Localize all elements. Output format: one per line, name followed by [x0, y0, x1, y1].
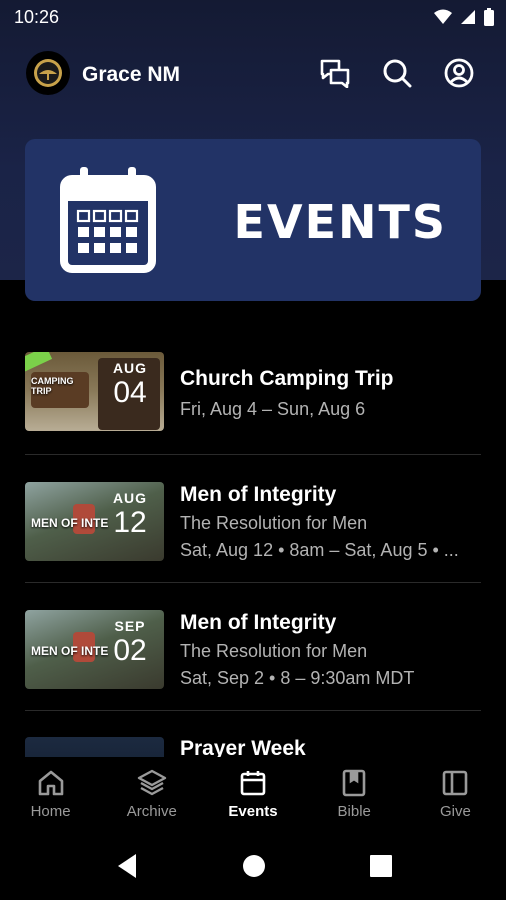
nav-events[interactable]: Events: [202, 757, 303, 837]
event-month: AUG: [112, 360, 148, 376]
status-icons: [434, 8, 494, 26]
event-date: SEP 02: [104, 618, 156, 680]
home-circle-icon[interactable]: [242, 854, 266, 878]
events-banner: EVENTS: [25, 139, 481, 301]
battery-icon: [484, 8, 494, 26]
event-thumbnail: MEN OF INTE SEP 02: [25, 610, 164, 689]
event-subtitle: The Resolution for Men: [180, 513, 368, 533]
messages-button[interactable]: [318, 56, 352, 90]
home-icon: [38, 770, 63, 796]
calendar-icon: [60, 167, 156, 273]
event-month: SEP: [114, 618, 146, 634]
event-item[interactable]: MEN OF INTE SEP 02 Men of Integrity The …: [25, 583, 481, 711]
church-logo[interactable]: [26, 51, 70, 95]
thumbnail-label: MEN OF INTE: [31, 516, 109, 530]
nav-give[interactable]: Give: [405, 757, 506, 837]
event-month: AUG: [112, 490, 148, 506]
calendar-icon: [240, 771, 266, 796]
nav-label: Archive: [126, 803, 177, 820]
layers-icon: [137, 769, 166, 796]
event-thumbnail: CAMPING TRIP AUG 04: [25, 352, 164, 431]
event-day: 12: [113, 506, 147, 539]
event-day: 02: [113, 634, 147, 667]
event-title: Prayer Week: [180, 737, 306, 757]
event-title: Church Camping Trip: [180, 367, 394, 390]
event-day: 04: [113, 376, 147, 409]
thumbnail-label: CAMPING TRIP: [31, 376, 74, 396]
search-icon: [383, 59, 412, 88]
event-text: Prayer Week: [180, 737, 481, 757]
event-list[interactable]: CAMPING TRIP AUG 04 Church Camping Trip …: [0, 325, 506, 757]
event-item[interactable]: CAMPING TRIP AUG 04 Church Camping Trip …: [25, 325, 481, 455]
event-subtitle: The Resolution for Men: [180, 641, 368, 661]
nav-label: Events: [228, 803, 278, 820]
event-text: Men of Integrity The Resolution for Men …: [180, 611, 481, 689]
profile-button[interactable]: [442, 56, 476, 90]
event-title: Men of Integrity: [180, 611, 337, 634]
event-text: Men of Integrity The Resolution for Men …: [180, 483, 481, 561]
event-item[interactable]: MEN OF INTE AUG 12 Men of Integrity The …: [25, 455, 481, 583]
app-title: Grace NM: [82, 63, 181, 86]
event-text: Church Camping Trip Fri, Aug 4 – Sun, Au…: [180, 367, 481, 420]
bottom-navigation: Home Archive Events Bible Give: [0, 757, 506, 837]
status-time: 10:26: [14, 7, 60, 27]
thumbnail-label: MEN OF INTE: [31, 644, 109, 658]
give-icon: [443, 770, 468, 796]
wifi-icon: [434, 9, 452, 24]
banner-title: EVENTS: [233, 195, 447, 249]
event-dates: Sat, Sep 2 • 8 – 9:30am MDT: [180, 668, 415, 688]
event-thumbnail: MEN OF INTE AUG 12: [25, 482, 164, 561]
nav-archive[interactable]: Archive: [101, 757, 202, 837]
account-icon: [444, 58, 474, 88]
search-button[interactable]: [380, 56, 414, 90]
recents-icon[interactable]: [370, 855, 392, 877]
nav-label: Home: [30, 803, 71, 820]
signal-icon: [461, 10, 475, 24]
nav-home[interactable]: Home: [0, 757, 101, 837]
event-dates: Sat, Aug 12 • 8am – Sat, Aug 5 • ...: [180, 540, 459, 560]
status-bar: 10:26: [0, 0, 506, 36]
back-icon[interactable]: [116, 853, 138, 879]
nav-bible[interactable]: Bible: [304, 757, 405, 837]
nav-label: Bible: [337, 803, 371, 820]
event-thumbnail: [25, 737, 164, 757]
book-icon: [342, 769, 366, 797]
chat-icon: [320, 59, 350, 88]
event-date: AUG 12: [104, 490, 156, 552]
event-item[interactable]: Prayer Week: [25, 711, 481, 757]
system-navigation: [0, 837, 506, 900]
app-header: Grace NM: [0, 48, 506, 102]
nav-label: Give: [439, 803, 471, 820]
event-title: Men of Integrity: [180, 483, 337, 506]
logo-icon: [34, 59, 62, 87]
event-dates: Fri, Aug 4 – Sun, Aug 6: [180, 399, 366, 419]
event-date: AUG 04: [104, 360, 156, 422]
